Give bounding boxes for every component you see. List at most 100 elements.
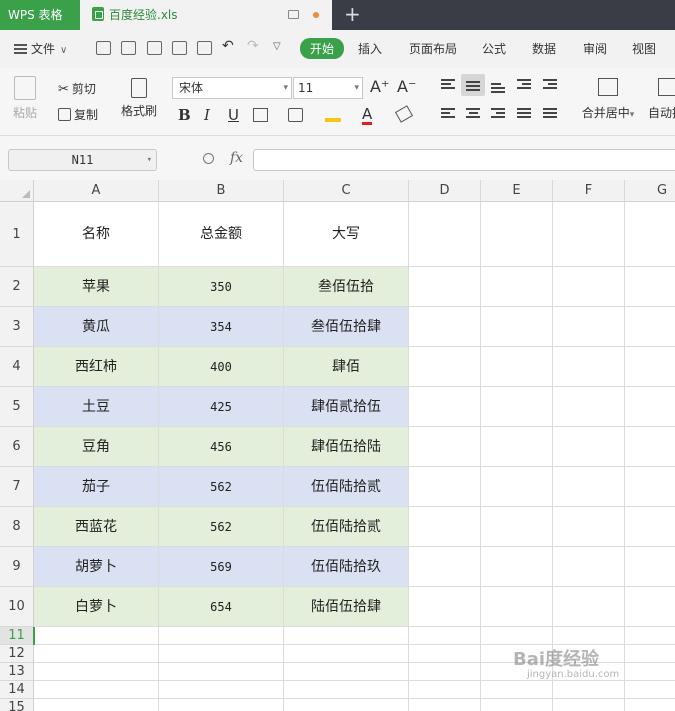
cell-d15[interactable] [409, 699, 481, 711]
format-painter-button[interactable]: 格式刷 [120, 78, 158, 119]
cell-f9[interactable] [553, 547, 625, 587]
cell-g13[interactable] [625, 663, 675, 681]
column-header-f[interactable]: F [553, 180, 625, 202]
cell-b12[interactable] [159, 645, 284, 663]
underline-button[interactable]: U [228, 106, 239, 124]
cell-g14[interactable] [625, 681, 675, 699]
cell-b11[interactable] [159, 627, 284, 645]
cut-button[interactable]: ✂ 剪切 [58, 80, 96, 97]
distributed-align-icon[interactable] [543, 108, 557, 120]
font-name-select[interactable]: 宋体 ▾ [172, 77, 292, 99]
cell-a12[interactable] [34, 645, 159, 663]
font-size-select[interactable]: 11 ▾ [293, 77, 363, 99]
cell-d13[interactable] [409, 663, 481, 681]
cell-b5[interactable]: 425 [159, 387, 284, 427]
cell-f14[interactable] [553, 681, 625, 699]
cell-d6[interactable] [409, 427, 481, 467]
cell-c9[interactable]: 伍佰陆拾玖 [284, 547, 409, 587]
cell-d5[interactable] [409, 387, 481, 427]
tab-formulas[interactable]: 公式 [482, 40, 506, 57]
app-tab[interactable]: WPS 表格 [0, 0, 80, 30]
font-color-button[interactable]: A [362, 106, 373, 125]
cell-d12[interactable] [409, 645, 481, 663]
cell-b13[interactable] [159, 663, 284, 681]
cell-g8[interactable] [625, 507, 675, 547]
cell-g6[interactable] [625, 427, 675, 467]
row-header-4[interactable]: 4 [0, 347, 34, 387]
copy-button[interactable]: 复制 [58, 106, 98, 123]
cell-c13[interactable] [284, 663, 409, 681]
cell-c1[interactable]: 大写 [284, 202, 409, 267]
name-box[interactable]: N11 ▾ [8, 149, 157, 171]
cell-c11[interactable] [284, 627, 409, 645]
cell-d9[interactable] [409, 547, 481, 587]
cell-e3[interactable] [481, 307, 553, 347]
cell-b15[interactable] [159, 699, 284, 711]
insert-function-button[interactable]: fx [230, 150, 243, 166]
cell-d1[interactable] [409, 202, 481, 267]
tab-view[interactable]: 视图 [632, 40, 656, 57]
cell-g9[interactable] [625, 547, 675, 587]
cell-a9[interactable]: 胡萝卜 [34, 547, 159, 587]
cell-g12[interactable] [625, 645, 675, 663]
cell-g3[interactable] [625, 307, 675, 347]
cell-a7[interactable]: 茄子 [34, 467, 159, 507]
cell-e8[interactable] [481, 507, 553, 547]
row-header-14[interactable]: 14 [0, 681, 34, 699]
row-header-2[interactable]: 2 [0, 267, 34, 307]
cell-c3[interactable]: 叁佰伍拾肆 [284, 307, 409, 347]
cell-g5[interactable] [625, 387, 675, 427]
align-center-icon[interactable] [466, 108, 480, 120]
cell-d2[interactable] [409, 267, 481, 307]
align-right-icon[interactable] [491, 108, 505, 120]
zoom-search-icon[interactable] [203, 153, 214, 164]
export-pdf-icon[interactable] [147, 41, 162, 55]
cell-a1[interactable]: 名称 [34, 202, 159, 267]
cell-f8[interactable] [553, 507, 625, 547]
cell-g11[interactable] [625, 627, 675, 645]
auto-wrap-button[interactable]: 自动换 [648, 78, 675, 121]
cell-e4[interactable] [481, 347, 553, 387]
cell-e14[interactable] [481, 681, 553, 699]
cell-b2[interactable]: 350 [159, 267, 284, 307]
row-header-13[interactable]: 13 [0, 663, 34, 681]
cell-b14[interactable] [159, 681, 284, 699]
file-menu-button[interactable]: 文件 ∨ [14, 40, 67, 57]
column-header-g[interactable]: G [625, 180, 675, 202]
cell-d14[interactable] [409, 681, 481, 699]
cell-d10[interactable] [409, 587, 481, 627]
save-icon[interactable] [121, 41, 136, 55]
cell-c10[interactable]: 陆佰伍拾肆 [284, 587, 409, 627]
cell-style-icon[interactable] [288, 108, 303, 122]
tab-review[interactable]: 审阅 [583, 40, 607, 57]
print-preview-icon[interactable] [197, 41, 212, 55]
align-left-icon[interactable] [441, 108, 455, 120]
cell-c15[interactable] [284, 699, 409, 711]
fill-color-icon[interactable] [325, 108, 341, 122]
open-folder-icon[interactable] [96, 41, 111, 55]
cell-c8[interactable]: 伍佰陆拾贰 [284, 507, 409, 547]
cell-a2[interactable]: 苹果 [34, 267, 159, 307]
cell-a13[interactable] [34, 663, 159, 681]
cell-a14[interactable] [34, 681, 159, 699]
cell-a5[interactable]: 土豆 [34, 387, 159, 427]
row-header-9[interactable]: 9 [0, 547, 34, 587]
cell-c12[interactable] [284, 645, 409, 663]
redo-icon[interactable]: ↷ [247, 38, 259, 54]
row-header-15[interactable]: 15 [0, 699, 34, 711]
cell-e15[interactable] [481, 699, 553, 711]
cell-g15[interactable] [625, 699, 675, 711]
cell-e5[interactable] [481, 387, 553, 427]
cell-g10[interactable] [625, 587, 675, 627]
cell-e11[interactable] [481, 627, 553, 645]
justify-icon[interactable] [517, 108, 531, 120]
cell-d11[interactable] [409, 627, 481, 645]
row-header-5[interactable]: 5 [0, 387, 34, 427]
align-bottom-icon[interactable] [491, 83, 505, 95]
cell-a11[interactable] [34, 627, 159, 645]
new-tab-button[interactable]: + [344, 4, 361, 24]
row-header-3[interactable]: 3 [0, 307, 34, 347]
cell-f10[interactable] [553, 587, 625, 627]
tab-home[interactable]: 开始 [300, 38, 345, 59]
cell-a8[interactable]: 西蓝花 [34, 507, 159, 547]
